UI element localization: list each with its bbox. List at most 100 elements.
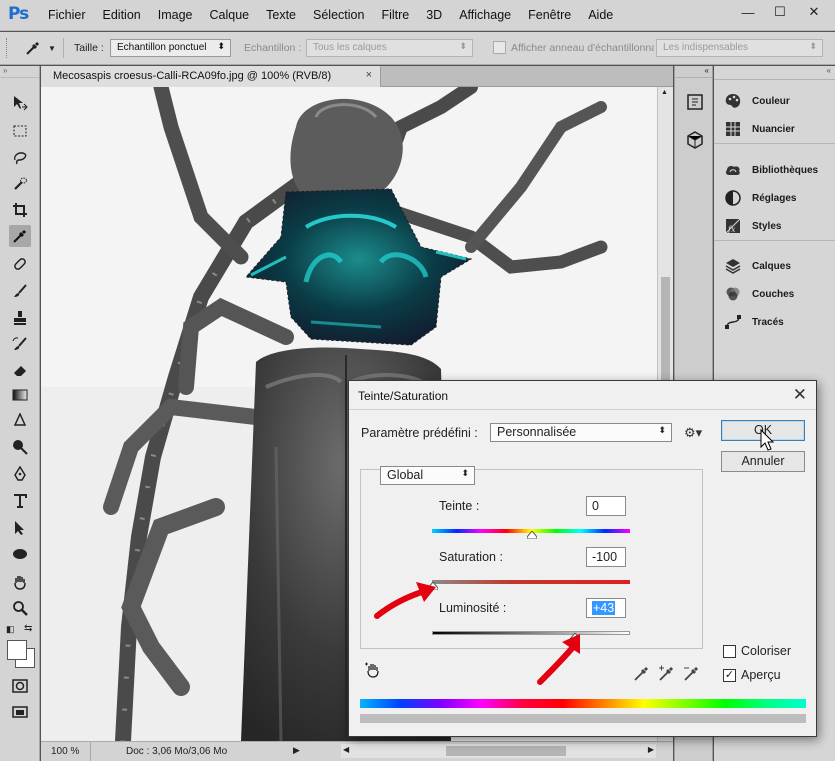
panel-calques[interactable]: Calques [714,252,835,280]
menu-fichier[interactable]: Fichier [48,8,86,22]
eyedropper-icon[interactable] [633,664,651,682]
path-selection-tool-icon[interactable] [9,517,31,539]
zoom-level[interactable]: 100 % [41,742,91,761]
eyedropper-minus-icon[interactable] [683,664,701,682]
status-bar: 100 % Doc : 3,06 Mo/3,06 Mo ▶ ◀ ▶ [41,741,673,761]
menu-image[interactable]: Image [158,8,193,22]
menu-edition[interactable]: Edition [103,8,141,22]
toolbar-collapse-handle[interactable]: » [0,66,39,78]
dodge-tool-icon[interactable] [9,436,31,458]
panel-reglages[interactable]: Réglages [714,184,835,212]
horizontal-scroll-thumb[interactable] [446,746,566,756]
eyedropper-tool-icon[interactable] [9,225,31,247]
preview-checkbox[interactable]: ✓ [723,669,736,682]
quick-mask-icon[interactable] [9,675,31,697]
gradient-tool-icon[interactable] [9,384,31,406]
panel-styles[interactable]: fx Styles [714,212,835,240]
menu-aide[interactable]: Aide [588,8,613,22]
document-tab[interactable]: Mecosaspis croesus-Calli-RCA09fo.jpg @ 1… [41,66,381,87]
saturation-input[interactable]: -100 [586,547,626,567]
scroll-up-icon[interactable]: ▲ [661,89,668,96]
eyedropper-tool-preset-icon[interactable] [24,39,42,57]
hue-slider-thumb[interactable] [527,531,537,539]
lightness-slider-track[interactable] [432,631,630,635]
annotation-arrow-lightness [537,634,580,685]
minimize-button[interactable]: — [733,2,763,22]
ellipse-tool-icon[interactable] [9,543,31,565]
menu-affichage[interactable]: Affichage [459,8,511,22]
panel-traces[interactable]: Tracés [714,308,835,336]
panel-reglages-label: Réglages [752,192,797,204]
status-menu-arrow-icon[interactable]: ▶ [293,745,300,756]
close-window-button[interactable]: ✕ [797,2,831,22]
default-colors-icon[interactable]: ◧ [6,624,15,635]
move-tool-icon[interactable] [9,92,31,114]
dialog-title-bar[interactable]: Teinte/Saturation ✕ [349,381,816,410]
panel-nuancier[interactable]: Nuancier [714,115,835,143]
libraries-cloud-icon [725,166,740,175]
swap-colors-icon[interactable]: ⇆ [24,623,32,634]
channel-select[interactable]: Global ⬍ [380,466,475,485]
saturation-slider-track[interactable] [432,580,630,584]
clone-stamp-tool-icon[interactable] [9,307,31,329]
show-ring-checkbox[interactable] [493,41,506,54]
panel-couches-label: Couches [752,288,795,300]
ring-mode-value: Les indispensables [663,42,749,53]
select-arrows-icon: ⬍ [217,41,225,51]
blur-tool-icon[interactable] [9,410,31,432]
menu-calque[interactable]: Calque [210,8,250,22]
eraser-tool-icon[interactable] [9,359,31,381]
checkmark-icon: ✓ [724,669,735,681]
tool-preset-chevron-icon[interactable]: ▼ [48,44,56,53]
screen-mode-icon[interactable] [9,701,31,723]
sample-size-select[interactable]: Echantillon ponctuel ⬍ [110,39,231,57]
panel-couches[interactable]: Couches [714,280,835,308]
zoom-tool-icon[interactable] [9,597,31,619]
preset-options-gear-icon[interactable]: ⚙▾ [684,425,702,441]
close-document-icon[interactable]: × [366,69,372,81]
menu-selection[interactable]: Sélection [313,8,364,22]
adjustments-circle-icon [725,190,741,206]
sample-layers-select[interactable]: Tous les calques ⬍ [306,39,473,57]
saturation-value: -100 [592,550,618,564]
hue-value: 0 [592,499,599,513]
horizontal-scrollbar[interactable]: ◀ ▶ [341,744,656,758]
menu-filtre[interactable]: Filtre [381,8,409,22]
preset-select[interactable]: Personnalisée ⬍ [490,423,672,442]
history-panel-icon[interactable] [685,92,705,112]
scroll-right-icon[interactable]: ▶ [648,745,654,754]
target-adjustment-hand-icon[interactable] [364,661,382,679]
dock-collapse-handle[interactable]: « [675,66,712,78]
panel-couleur[interactable]: Couleur [714,87,835,115]
foreground-color-swatch[interactable] [7,640,27,660]
panels-collapse-handle[interactable]: « [714,66,835,80]
maximize-button[interactable]: ☐ [765,2,795,22]
menu-bar: Ps Fichier Edition Image Calque Texte Sé… [0,0,835,31]
cancel-button[interactable]: Annuler [721,451,805,472]
brush-tool-icon[interactable] [9,280,31,302]
3d-panel-icon[interactable] [685,130,705,150]
marquee-tool-icon[interactable] [9,120,31,142]
lightness-label: Luminosité : [439,601,507,615]
ring-mode-select[interactable]: Les indispensables ⬍ [656,39,823,57]
panel-bibliotheques[interactable]: Bibliothèques [714,156,835,184]
type-tool-icon[interactable] [9,490,31,512]
pen-tool-icon[interactable] [9,463,31,485]
lightness-input[interactable]: +43 [586,598,626,618]
menu-texte[interactable]: Texte [266,8,296,22]
menu-fenetre[interactable]: Fenêtre [528,8,571,22]
crop-tool-icon[interactable] [9,199,31,221]
dialog-close-button[interactable]: ✕ [793,385,807,405]
hand-tool-icon[interactable] [9,571,31,593]
quick-selection-tool-icon[interactable] [9,173,31,195]
photoshop-logo: Ps [8,4,29,24]
menu-3d[interactable]: 3D [426,8,442,22]
hue-input[interactable]: 0 [586,496,626,516]
colorize-checkbox[interactable] [723,645,736,658]
healing-brush-tool-icon[interactable] [9,253,31,275]
eyedropper-plus-icon[interactable] [658,664,676,682]
lasso-tool-icon[interactable] [9,147,31,169]
scroll-left-icon[interactable]: ◀ [343,745,349,754]
history-brush-tool-icon[interactable] [9,333,31,355]
annotation-arrow-saturation [374,582,436,619]
